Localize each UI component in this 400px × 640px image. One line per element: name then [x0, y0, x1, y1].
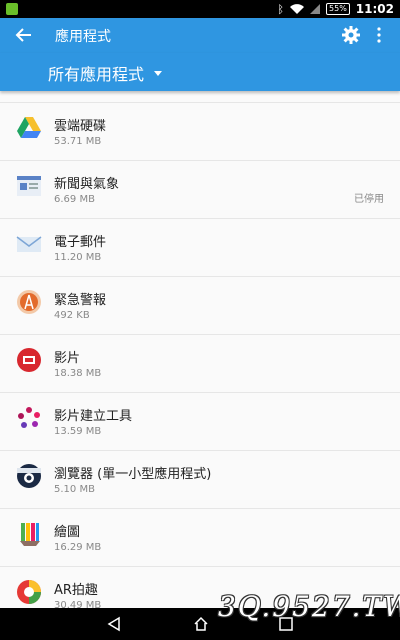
status-icons: ᛒ 55% 11:02 — [277, 1, 394, 17]
ar-effect-icon — [17, 580, 41, 604]
filter-label: 所有應用程式 — [48, 65, 145, 84]
battery-icon: 55% — [326, 3, 350, 15]
app-name: AR拍趣 — [54, 583, 98, 598]
notification-icon — [6, 3, 18, 15]
app-list-item[interactable]: 瀏覽器 (單一小型應用程式) 5.10 MB — [0, 451, 400, 509]
app-list-item[interactable]: 繪圖 16.29 MB — [0, 509, 400, 567]
app-size: 16.29 MB — [54, 542, 102, 553]
emergency-alert-icon — [17, 290, 41, 314]
app-name: 影片建立工具 — [54, 409, 133, 424]
news-weather-icon — [17, 176, 41, 196]
app-size: 13.59 MB — [54, 426, 102, 437]
app-size: 492 KB — [54, 310, 90, 321]
app-name: 影片 — [54, 351, 81, 366]
app-list-item[interactable]: 雲端硬碟 53.71 MB — [0, 102, 400, 161]
status-bar: ᛒ 55% 11:02 — [0, 0, 400, 18]
app-list-item[interactable]: 電子郵件 11.20 MB — [0, 219, 400, 277]
chevron-down-icon — [154, 70, 163, 76]
watermark: 3Q.9527.TW — [218, 590, 400, 623]
app-name: 新聞與氣象 — [54, 177, 120, 192]
app-list-item[interactable]: 影片 18.38 MB — [0, 335, 400, 393]
signal-icon — [310, 4, 321, 14]
bluetooth-icon: ᛒ — [277, 2, 285, 16]
more-options-icon[interactable] — [372, 26, 386, 44]
app-list-item[interactable]: 緊急警報 492 KB — [0, 277, 400, 335]
clock: 11:02 — [355, 2, 394, 16]
video-creator-icon — [18, 407, 40, 428]
app-filter-dropdown[interactable]: 所有應用程式 — [48, 61, 163, 85]
back-nav-icon[interactable] — [106, 616, 122, 632]
app-name: 繪圖 — [54, 525, 81, 540]
filter-bar: 所有應用程式 — [0, 53, 400, 91]
page-title: 應用程式 — [55, 29, 111, 45]
app-name: 瀏覽器 (單一小型應用程式) — [54, 467, 212, 482]
app-size: 11.20 MB — [54, 252, 102, 263]
app-size: 53.71 MB — [54, 136, 102, 147]
app-list: 雲端硬碟 53.71 MB 新聞與氣象 6.69 MB 已停用 電子郵件 11.… — [0, 102, 400, 608]
app-list-item[interactable]: 新聞與氣象 6.69 MB 已停用 — [0, 161, 400, 219]
drive-icon — [17, 117, 41, 138]
app-size: 30.49 MB — [54, 600, 102, 608]
video-icon — [17, 348, 41, 372]
app-size: 6.69 MB — [54, 194, 95, 205]
browser-icon — [17, 464, 41, 488]
app-size: 18.38 MB — [54, 368, 102, 379]
home-icon[interactable] — [193, 616, 209, 632]
status-badge: 已停用 — [354, 194, 384, 205]
app-toolbar: 應用程式 — [0, 18, 400, 53]
app-list-item[interactable]: 影片建立工具 13.59 MB — [0, 393, 400, 451]
wifi-icon — [290, 4, 305, 14]
app-size: 5.10 MB — [54, 484, 95, 495]
gear-icon[interactable] — [342, 26, 360, 44]
app-name: 雲端硬碟 — [54, 119, 107, 134]
email-icon — [16, 236, 42, 252]
app-name: 電子郵件 — [54, 235, 107, 250]
sketch-icon — [20, 523, 40, 546]
app-name: 緊急警報 — [54, 293, 107, 308]
back-arrow-icon[interactable] — [14, 25, 34, 45]
